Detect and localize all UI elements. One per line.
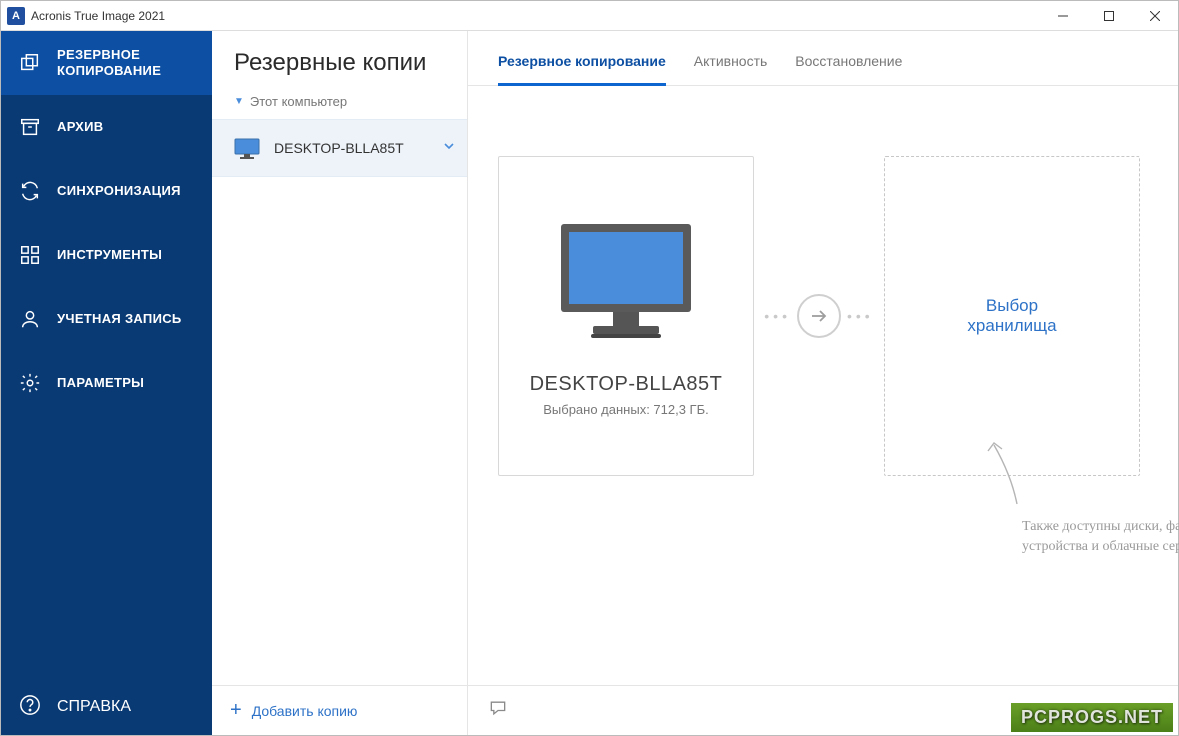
archive-icon (19, 116, 41, 138)
list-panel-title: Резервные копии (212, 31, 467, 88)
sidebar-item-label: СИНХРОНИЗАЦИЯ (57, 183, 181, 199)
triangle-down-icon: ▼ (234, 96, 244, 107)
sidebar-item-label: АРХИВ (57, 119, 103, 135)
backup-list-item[interactable]: DESKTOP-BLLA85T (212, 119, 467, 177)
minimize-button[interactable] (1040, 1, 1086, 31)
add-backup-button[interactable]: + Добавить копию (212, 685, 467, 735)
sidebar-item-label: ПАРАМЕТРЫ (57, 375, 144, 391)
close-button[interactable] (1132, 1, 1178, 31)
gear-icon (19, 372, 41, 394)
monitor-icon (234, 138, 260, 158)
sidebar-item-sync[interactable]: СИНХРОНИЗАЦИЯ (1, 159, 212, 223)
sidebar-item-label: СПРАВКА (57, 698, 131, 716)
sidebar-item-account[interactable]: УЧЕТНАЯ ЗАПИСЬ (1, 287, 212, 351)
watermark: PCPROGS.NET (1011, 703, 1173, 732)
sidebar-item-archive[interactable]: АРХИВ (1, 95, 212, 159)
sidebar-item-label: УЧЕТНАЯ ЗАПИСЬ (57, 311, 182, 327)
sidebar-item-settings[interactable]: ПАРАМЕТРЫ (1, 351, 212, 415)
dots-left-icon: ••• (764, 308, 791, 324)
source-subtitle: Выбрано данных: 712,3 ГБ. (543, 402, 709, 417)
list-group-label: Этот компьютер (250, 94, 347, 109)
tab-backup[interactable]: Резервное копирование (498, 53, 666, 86)
account-icon (19, 308, 41, 330)
source-name: DESKTOP-BLLA85T (530, 373, 723, 396)
backup-icon (19, 52, 41, 74)
sync-icon (19, 180, 41, 202)
backup-item-name: DESKTOP-BLLA85T (274, 140, 429, 156)
list-group-header[interactable]: ▼ Этот компьютер (212, 88, 467, 119)
tools-icon (19, 244, 41, 266)
sidebar-item-backup[interactable]: РЕЗЕРВНОЕ КОПИРОВАНИЕ (1, 31, 212, 95)
destination-line1: Выбор (986, 296, 1038, 316)
destination-line2: хранилища (967, 316, 1056, 336)
sidebar-item-label: ИНСТРУМЕНТЫ (57, 247, 162, 263)
main-tabs: Резервное копирование Активность Восстан… (468, 31, 1178, 86)
arrow-right-icon (797, 294, 841, 338)
maximize-button[interactable] (1086, 1, 1132, 31)
window-title: Acronis True Image 2021 (31, 9, 165, 23)
tab-recovery[interactable]: Восстановление (795, 53, 902, 86)
computer-icon (551, 216, 701, 351)
main-panel: Резервное копирование Активность Восстан… (468, 31, 1178, 735)
sidebar-item-label: РЕЗЕРВНОЕ КОПИРОВАНИЕ (57, 47, 194, 78)
hint-arrow-icon (982, 439, 1032, 509)
title-bar: A Acronis True Image 2021 (1, 1, 1178, 31)
chat-icon[interactable] (488, 698, 508, 723)
tab-activity[interactable]: Активность (694, 53, 768, 86)
chevron-down-icon[interactable] (443, 139, 455, 157)
app-icon: A (7, 7, 25, 25)
sidebar-item-help[interactable]: СПРАВКА (1, 679, 212, 735)
dots-right-icon: ••• (847, 308, 874, 324)
sidebar: РЕЗЕРВНОЕ КОПИРОВАНИЕ АРХИВ СИНХРОНИЗАЦИ… (1, 31, 212, 735)
backup-source-card[interactable]: DESKTOP-BLLA85T Выбрано данных: 712,3 ГБ… (498, 156, 754, 476)
arrow-divider: ••• ••• (754, 156, 884, 476)
sidebar-item-tools[interactable]: ИНСТРУМЕНТЫ (1, 223, 212, 287)
backup-config-area: DESKTOP-BLLA85T Выбрано данных: 712,3 ГБ… (468, 86, 1178, 685)
plus-icon: + (230, 699, 242, 722)
backup-list-panel: Резервные копии ▼ Этот компьютер DESKTOP… (212, 31, 468, 735)
hint-annotation: Также доступны диски, файлы, мобильные у… (988, 481, 1179, 558)
backup-destination-card[interactable]: Выбор хранилища (884, 156, 1140, 476)
add-backup-label: Добавить копию (252, 703, 358, 719)
help-icon (19, 694, 41, 721)
